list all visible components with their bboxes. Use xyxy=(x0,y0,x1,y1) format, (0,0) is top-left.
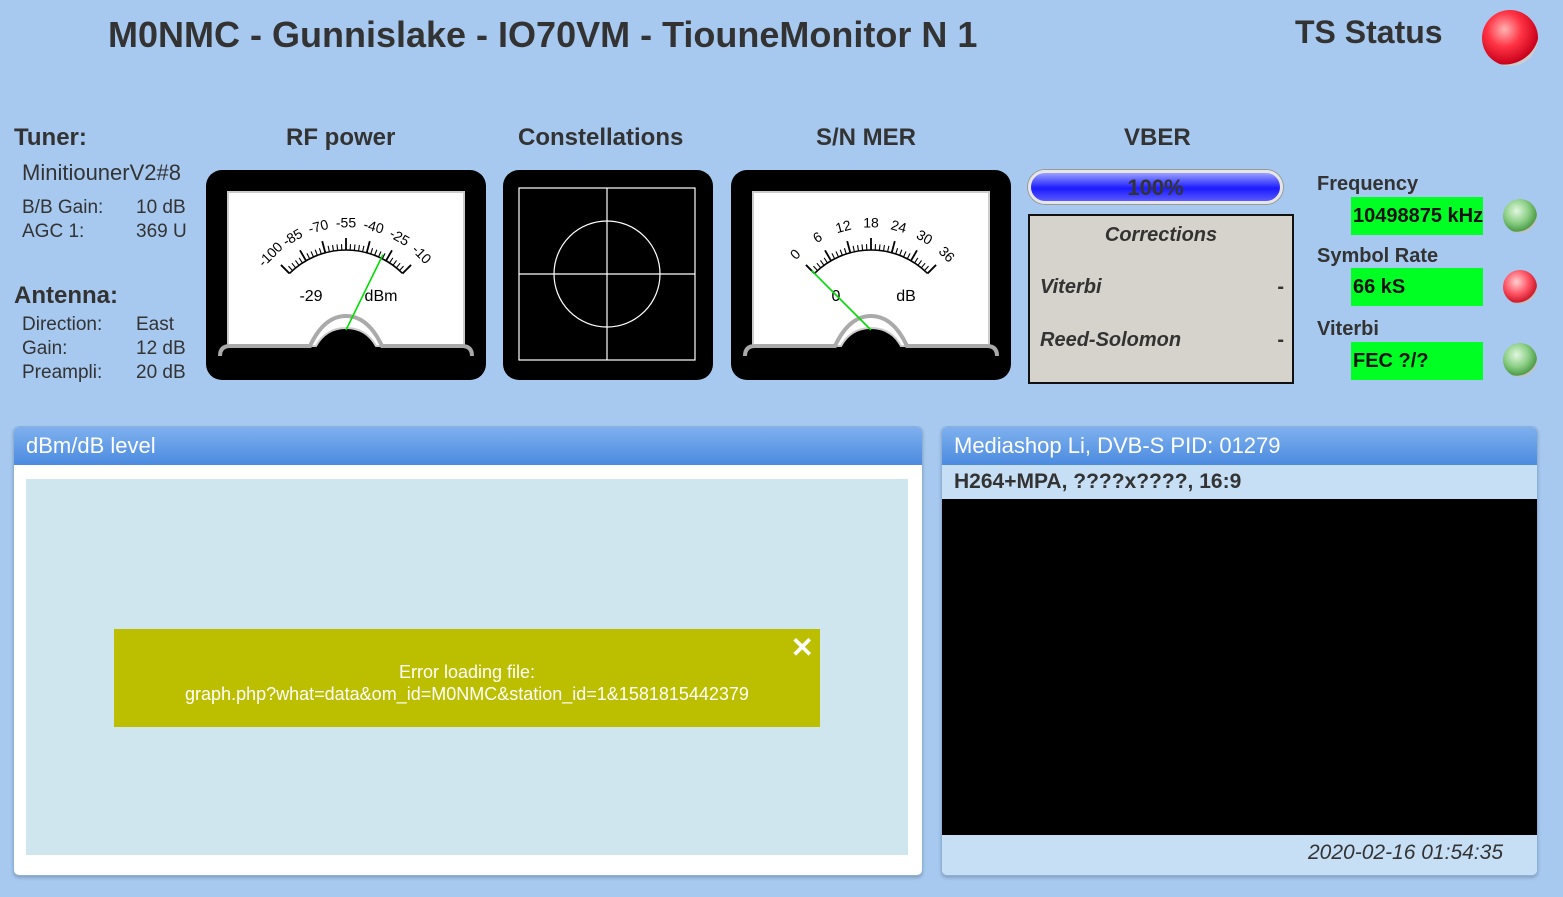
level-graph-area: ✕ Error loading file: graph.php?what=dat… xyxy=(26,479,908,855)
vber-title: VBER xyxy=(1124,124,1191,151)
bb-gain-label: B/B Gain: xyxy=(22,197,104,218)
direction-value: East xyxy=(136,314,175,335)
level-graph-title: dBm/dB level xyxy=(14,427,922,465)
level-graph-panel: dBm/dB level ✕ Error loading file: graph… xyxy=(13,426,923,876)
rf-power-meter: -100 -85 -70 -55 -40 -25 -10 -29 dBm xyxy=(206,170,486,380)
direction-label: Direction: xyxy=(22,314,103,335)
error-notification: ✕ Error loading file: graph.php?what=dat… xyxy=(114,629,820,727)
constellation-display xyxy=(503,170,713,380)
antenna-heading: Antenna: xyxy=(14,282,118,309)
page-title: M0NMC - Gunnislake - IO70VM - TiouneMoni… xyxy=(108,14,978,55)
correction-value: - xyxy=(1277,276,1284,298)
ts-status-label: TS Status xyxy=(1295,14,1443,50)
symbol-rate-value: 66 kS xyxy=(1351,268,1483,306)
mer-title: S/N MER xyxy=(816,124,917,151)
preampli-label: Preampli: xyxy=(22,362,103,383)
video-player[interactable] xyxy=(942,499,1537,835)
corrections-title: Corrections xyxy=(1104,224,1218,246)
video-format-info: H264+MPA, ????x????, 16:9 xyxy=(942,465,1537,499)
video-panel: Mediashop Li, DVB-S PID: 01279 H264+MPA,… xyxy=(941,426,1538,876)
meter-minor-tick xyxy=(336,244,339,251)
correction-label: Reed-Solomon xyxy=(1040,329,1182,351)
mer-meter: 0 6 12 18 24 30 36 0 dB xyxy=(731,170,1011,380)
constellations-title: Constellations xyxy=(518,124,684,151)
rf-meter-svg: -100-85 -70 -55 -40 -25-10 -29 dBm xyxy=(218,191,474,357)
frequency-label: Frequency xyxy=(1317,173,1419,195)
tuner-heading: Tuner: xyxy=(14,124,87,151)
correction-row-viterbi: Viterbi - xyxy=(1040,276,1284,299)
frequency-led xyxy=(1503,199,1537,233)
meter-tick-label: 18 xyxy=(863,215,879,231)
mer-unit: dB xyxy=(896,288,916,305)
symbol-rate-led xyxy=(1503,270,1537,304)
meter-minor-tick xyxy=(353,244,356,251)
viterbi-label: Viterbi xyxy=(1317,318,1379,340)
vber-progress-bar: 100% xyxy=(1028,170,1283,204)
bb-gain-value: 10 dB xyxy=(136,197,186,218)
preampli-value: 20 dB xyxy=(136,362,186,383)
meter-minor-tick xyxy=(878,244,881,251)
viterbi-led xyxy=(1503,343,1537,377)
frequency-value: 10498875 kHz xyxy=(1351,197,1483,235)
agc-label: AGC 1: xyxy=(22,221,85,242)
rf-power-title: RF power xyxy=(286,124,396,151)
antenna-gain-label: Gain: xyxy=(22,338,68,359)
error-message-line1: Error loading file: xyxy=(398,662,536,682)
meter-tick-label: -55 xyxy=(336,215,356,231)
ts-status-led xyxy=(1482,10,1538,66)
viterbi-value: FEC ?/? xyxy=(1351,342,1483,380)
symbol-rate-label: Symbol Rate xyxy=(1317,245,1439,267)
mer-meter-svg: 0612 18 24 3036 0 dB xyxy=(743,191,999,357)
rf-unit: dBm xyxy=(365,288,398,305)
correction-row-reed-solomon: Reed-Solomon - xyxy=(1040,329,1284,352)
error-message-line2: graph.php?what=data&om_id=M0NMC&station_… xyxy=(185,684,749,704)
mer-readout: 0 xyxy=(832,288,841,305)
tuner-name: MinitiounerV2#8 xyxy=(22,160,181,185)
meter-minor-tick xyxy=(861,244,864,251)
corrections-box: Corrections Viterbi - Reed-Solomon - xyxy=(1028,214,1294,384)
close-icon[interactable]: ✕ xyxy=(791,633,814,663)
video-timestamp: 2020-02-16 01:54:35 xyxy=(942,835,1537,875)
correction-label: Viterbi xyxy=(1040,276,1102,298)
correction-value: - xyxy=(1277,329,1284,351)
rf-readout: -29 xyxy=(299,288,322,305)
constellation-svg xyxy=(518,187,696,361)
antenna-gain-value: 12 dB xyxy=(136,338,186,359)
agc-value: 369 U xyxy=(136,221,187,242)
video-title: Mediashop Li, DVB-S PID: 01279 xyxy=(942,427,1537,465)
